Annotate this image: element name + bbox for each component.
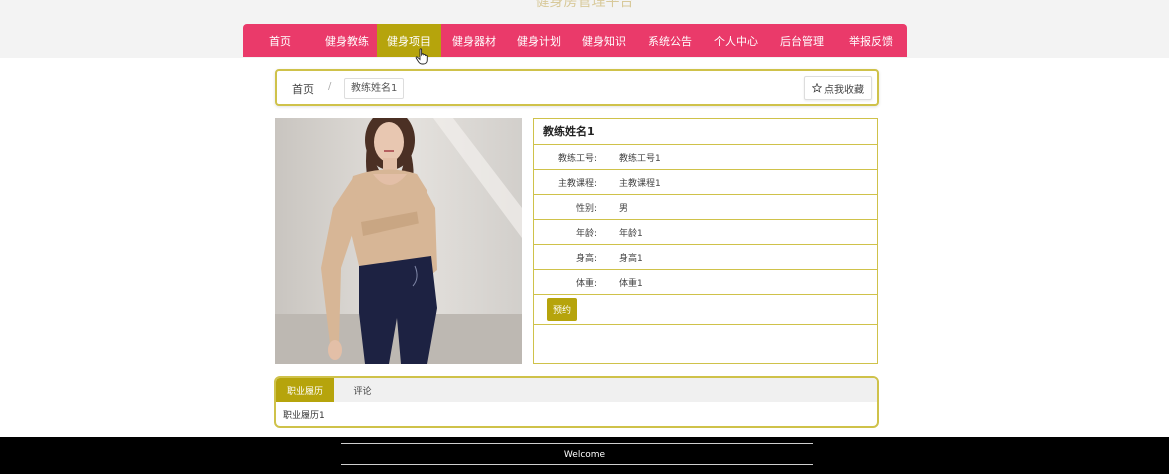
- footer-text: Welcome: [563, 450, 606, 460]
- info-label: 性别:: [575, 203, 597, 214]
- info-row-height: 身高: 身高1: [534, 245, 877, 270]
- nav-item-report[interactable]: 举报反馈: [835, 24, 907, 57]
- site-title: 健身房管理平台: [535, 0, 634, 10]
- favorite-button[interactable]: 点我收藏: [804, 76, 872, 100]
- book-button[interactable]: 预约: [547, 298, 577, 321]
- nav-item-equipment[interactable]: 健身器材: [441, 24, 507, 57]
- info-row-id: 教练工号: 教练工号1: [534, 145, 877, 170]
- info-value: 年龄1: [619, 228, 643, 239]
- nav-item-admin[interactable]: 后台管理: [769, 24, 835, 57]
- nav-item-coaches[interactable]: 健身教练: [317, 24, 377, 57]
- nav-item-profile[interactable]: 个人中心: [703, 24, 769, 57]
- detail-tabs: 职业履历 评论 职业履历1: [274, 376, 879, 428]
- breadcrumb-home[interactable]: 首页: [292, 81, 314, 97]
- info-label: 年龄:: [575, 228, 597, 239]
- coach-name: 教练姓名1: [534, 119, 877, 145]
- info-label: 教练工号:: [557, 153, 597, 164]
- main-nav: 首页 健身教练 健身项目 健身器材 健身计划 健身知识 系统公告 个人中心 后台…: [243, 24, 907, 57]
- breadcrumb: 首页 / 教练姓名1 点我收藏: [275, 69, 879, 106]
- info-value: 教练工号1: [619, 153, 661, 164]
- coach-info-table: 教练姓名1 教练工号: 教练工号1 主教课程: 主教课程1 性别: 男 年龄: …: [533, 118, 878, 364]
- footer: Welcome: [0, 437, 1169, 474]
- info-value: 体重1: [619, 278, 643, 289]
- nav-item-home[interactable]: 首页: [243, 24, 317, 57]
- favorite-label: 点我收藏: [824, 84, 864, 96]
- coach-photo: [275, 118, 522, 364]
- nav-item-plans[interactable]: 健身计划: [507, 24, 571, 57]
- info-value: 身高1: [619, 253, 643, 264]
- nav-item-projects[interactable]: 健身项目: [377, 24, 441, 57]
- breadcrumb-separator: /: [328, 81, 332, 92]
- coach-photo-image: [275, 118, 522, 364]
- tab-strip: 职业履历 评论: [276, 378, 877, 402]
- tab-career[interactable]: 职业履历: [276, 378, 334, 402]
- info-value: 男: [619, 203, 629, 214]
- footer-divider-top: [341, 443, 813, 444]
- info-label: 身高:: [575, 253, 597, 264]
- star-outline-icon: [812, 83, 822, 93]
- info-value: 主教课程1: [619, 178, 661, 189]
- info-row-weight: 体重: 体重1: [534, 270, 877, 295]
- hand-cursor-icon: [415, 48, 428, 65]
- info-row-age: 年龄: 年龄1: [534, 220, 877, 245]
- info-row-gender: 性别: 男: [534, 195, 877, 220]
- nav-item-knowledge[interactable]: 健身知识: [571, 24, 637, 57]
- info-action-row: 预约: [534, 295, 877, 325]
- info-row-course: 主教课程: 主教课程1: [534, 170, 877, 195]
- tab-content: 职业履历1: [283, 411, 325, 421]
- nav-item-announcements[interactable]: 系统公告: [637, 24, 703, 57]
- breadcrumb-current: 教练姓名1: [344, 78, 405, 99]
- info-label: 体重:: [575, 278, 597, 289]
- tab-comments[interactable]: 评论: [334, 378, 391, 402]
- footer-divider-bottom: [341, 464, 813, 465]
- info-label: 主教课程:: [557, 178, 597, 189]
